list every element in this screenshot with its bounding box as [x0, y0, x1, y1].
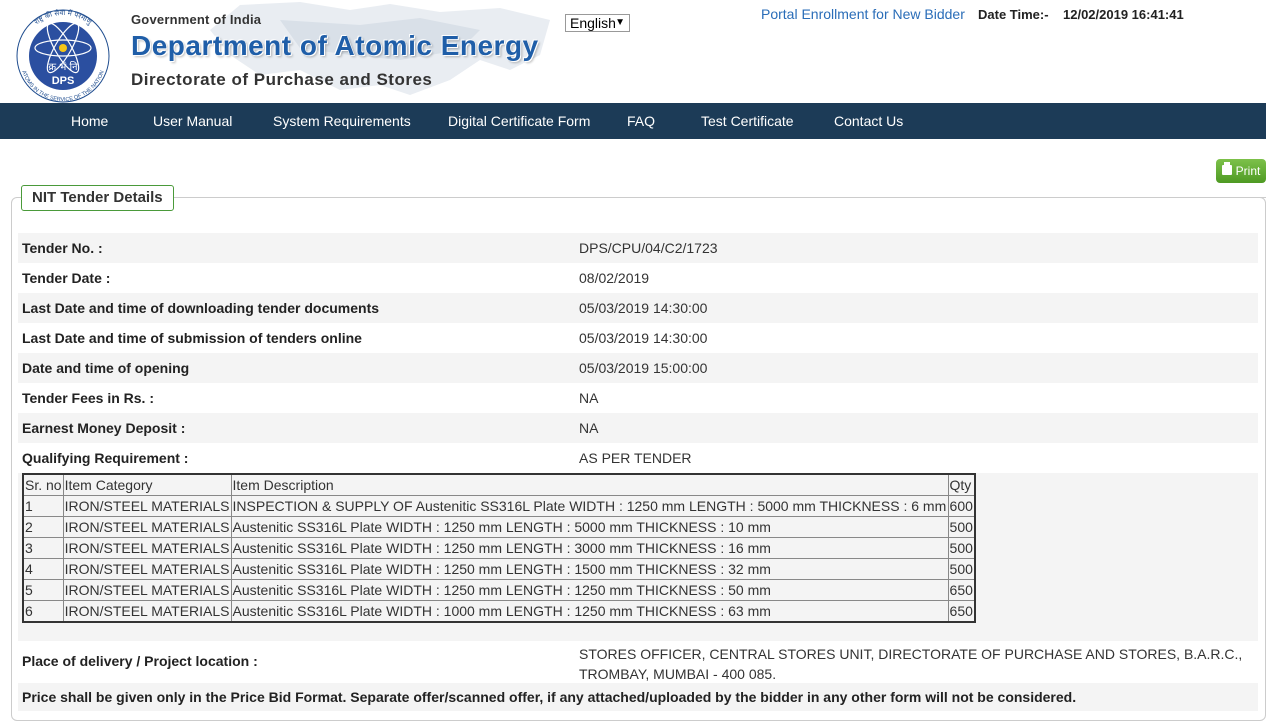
detail-label: Last Date and time of downloading tender… — [22, 300, 380, 316]
table-row: 3 IRON/STEEL MATERIALS Austenitic SS316L… — [21, 537, 976, 559]
items-table: Sr. no Item Category Item Description Qt… — [21, 473, 976, 623]
table-cell: INSPECTION & SUPPLY OF Austenitic SS316L… — [230, 495, 949, 517]
table-cell: 500 — [947, 558, 976, 580]
nav-user-manual[interactable]: User Manual — [153, 103, 232, 139]
table-cell: IRON/STEEL MATERIALS — [62, 600, 232, 623]
table-cell: 4 — [21, 558, 64, 580]
detail-row: Tender Date : 08/02/2019 — [18, 263, 1258, 293]
dropdown-arrow-icon: ▼ — [615, 17, 625, 28]
column-header: Sr. no — [21, 473, 64, 496]
table-cell: IRON/STEEL MATERIALS — [62, 495, 232, 517]
column-header: Item Description — [230, 473, 949, 496]
detail-label: Qualifying Requirement : — [22, 450, 189, 466]
detail-value: 05/03/2019 14:30:00 — [579, 330, 708, 346]
table-row: 2 IRON/STEEL MATERIALS Austenitic SS316L… — [21, 516, 976, 538]
table-cell: 650 — [947, 600, 976, 623]
detail-row: Last Date and time of downloading tender… — [18, 293, 1258, 323]
detail-label: Tender No. : — [22, 240, 103, 256]
table-cell: Austenitic SS316L Plate WIDTH : 1250 mm … — [230, 558, 949, 580]
print-button[interactable]: Print — [1216, 159, 1266, 183]
nav-faq[interactable]: FAQ — [627, 103, 655, 139]
table-cell: Austenitic SS316L Plate WIDTH : 1250 mm … — [230, 516, 949, 538]
detail-row: Last Date and time of submission of tend… — [18, 323, 1258, 353]
table-cell: IRON/STEEL MATERIALS — [62, 537, 232, 559]
table-cell: 5 — [21, 579, 64, 601]
items-table-container: Sr. no Item Category Item Description Qt… — [18, 473, 1258, 631]
detail-label: Tender Date : — [22, 270, 111, 286]
table-cell: 2 — [21, 516, 64, 538]
directorate-subtitle: Directorate of Purchase and Stores — [131, 70, 433, 89]
table-cell: Austenitic SS316L Plate WIDTH : 1250 mm … — [230, 579, 949, 601]
table-cell: 500 — [947, 516, 976, 538]
detail-row: Tender No. : DPS/CPU/04/C2/1723 — [18, 233, 1258, 263]
detail-value: STORES OFFICER, CENTRAL STORES UNIT, DIR… — [579, 646, 1243, 682]
table-cell: IRON/STEEL MATERIALS — [62, 579, 232, 601]
price-bid-note: Price shall be given only in the Price B… — [18, 683, 1258, 711]
svg-text:क्र भं नि: क्र भं नि — [48, 61, 78, 73]
table-cell: Austenitic SS316L Plate WIDTH : 1250 mm … — [230, 537, 949, 559]
detail-value: NA — [579, 420, 599, 436]
table-cell: IRON/STEEL MATERIALS — [62, 516, 232, 538]
table-cell: 6 — [21, 600, 64, 623]
legend-divider — [188, 197, 1266, 198]
language-selected: English — [570, 15, 616, 31]
table-header-row: Sr. no Item Category Item Description Qt… — [21, 473, 976, 496]
table-row: 6 IRON/STEEL MATERIALS Austenitic SS316L… — [21, 600, 976, 623]
table-cell: Austenitic SS316L Plate WIDTH : 1000 mm … — [230, 600, 949, 623]
section-title: NIT Tender Details — [21, 185, 174, 211]
detail-row: Qualifying Requirement : AS PER TENDER — [18, 443, 1258, 473]
detail-label: Last Date and time of submission of tend… — [22, 330, 362, 346]
table-cell: 1 — [21, 495, 64, 517]
table-cell: IRON/STEEL MATERIALS — [62, 558, 232, 580]
printer-icon — [1222, 162, 1232, 175]
table-row: 4 IRON/STEEL MATERIALS Austenitic SS316L… — [21, 558, 976, 580]
dps-logo: क्र भं नि DPS राष्ट्र की सेवा में परमाणु… — [16, 8, 110, 103]
site-header: क्र भं नि DPS राष्ट्र की सेवा में परमाणु… — [0, 0, 1266, 103]
detail-label: Place of delivery / Project location : — [22, 653, 258, 669]
detail-value: 05/03/2019 15:00:00 — [579, 360, 708, 376]
detail-value: AS PER TENDER — [579, 450, 692, 466]
column-header: Item Category — [62, 473, 232, 496]
row-spacer — [18, 631, 1258, 641]
detail-row: Date and time of opening 05/03/2019 15:0… — [18, 353, 1258, 383]
detail-row: Tender Fees in Rs. : NA — [18, 383, 1258, 413]
nav-digital-certificate-form[interactable]: Digital Certificate Form — [448, 103, 590, 139]
government-label: Government of India — [131, 12, 262, 27]
delivery-location-row: Place of delivery / Project location : S… — [18, 641, 1258, 683]
table-row: 5 IRON/STEEL MATERIALS Austenitic SS316L… — [21, 579, 976, 601]
portal-enrollment-link[interactable]: Portal Enrollment for New Bidder — [761, 6, 965, 22]
detail-value: NA — [579, 390, 599, 406]
detail-value: 08/02/2019 — [579, 270, 650, 286]
table-cell: 3 — [21, 537, 64, 559]
nav-home[interactable]: Home — [71, 103, 108, 139]
detail-value: DPS/CPU/04/C2/1723 — [579, 240, 718, 256]
nav-test-certificate[interactable]: Test Certificate — [701, 103, 794, 139]
svg-text:DPS: DPS — [52, 75, 75, 87]
datetime-label: Date Time:- — [978, 7, 1049, 22]
table-cell: 650 — [947, 579, 976, 601]
table-cell: 600 — [947, 495, 976, 517]
table-row: 1 IRON/STEEL MATERIALS INSPECTION & SUPP… — [21, 495, 976, 517]
table-cell: 500 — [947, 537, 976, 559]
nav-system-requirements[interactable]: System Requirements — [273, 103, 411, 139]
detail-row: Earnest Money Deposit : NA — [18, 413, 1258, 443]
detail-value: 05/03/2019 14:30:00 — [579, 300, 708, 316]
detail-label: Earnest Money Deposit : — [22, 420, 186, 436]
detail-label: Tender Fees in Rs. : — [22, 390, 154, 406]
department-title: Department of Atomic Energy — [131, 30, 539, 61]
main-nav: Home User Manual System Requirements Dig… — [0, 103, 1266, 139]
detail-label: Date and time of opening — [22, 360, 190, 376]
language-select[interactable]: English ▼ — [565, 14, 630, 32]
datetime-value: 12/02/2019 16:41:41 — [1063, 7, 1184, 22]
print-label: Print — [1235, 164, 1261, 178]
column-header: Qty — [947, 473, 976, 496]
nav-contact-us[interactable]: Contact Us — [834, 103, 903, 139]
note-text: Price shall be given only in the Price B… — [22, 689, 1077, 705]
